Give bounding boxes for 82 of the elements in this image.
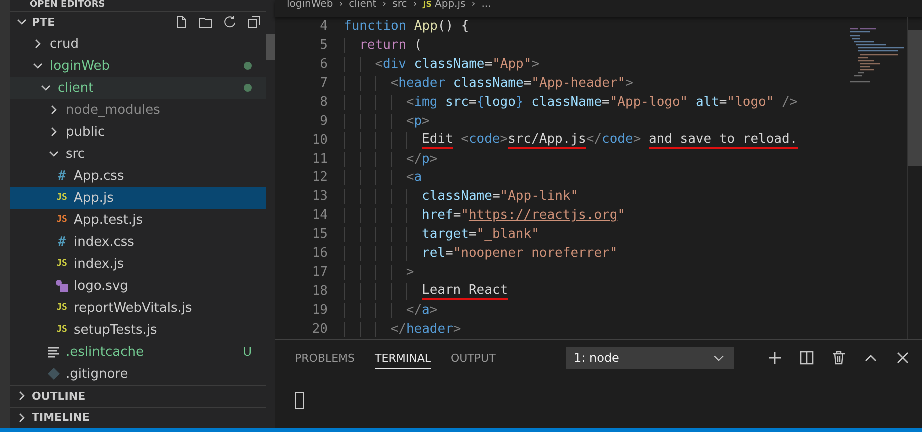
code-line: </a> [344, 303, 438, 318]
line-number: 10 [311, 132, 329, 148]
code-line: </header> [344, 322, 462, 337]
hash-icon: # [54, 234, 70, 250]
scrollbar-thumb[interactable] [908, 30, 922, 166]
hash-icon: # [54, 168, 70, 184]
breadcrumb-separator: › [382, 0, 387, 10]
file-item[interactable]: JS App.js [10, 187, 266, 210]
scrollbar-thumb[interactable] [266, 34, 275, 60]
folder-item[interactable]: public [10, 121, 266, 144]
folder-item[interactable]: client [10, 77, 266, 100]
code-line: <div className="App"> [344, 56, 540, 72]
folder-item[interactable]: loginWeb [10, 55, 266, 78]
js-icon: JS [54, 303, 70, 314]
code-line: Edit <code>src/App.js</code> and save to reload. [344, 132, 798, 149]
line-number: 12 [311, 170, 329, 186]
code-line: href="https://reactjs.org" [344, 208, 626, 224]
trash-icon[interactable] [830, 349, 848, 367]
js-icon: JS [54, 259, 70, 270]
line-number: 14 [311, 208, 329, 224]
js-icon: JS [54, 325, 70, 336]
plus-icon[interactable] [766, 349, 784, 367]
status-letter: U [243, 345, 252, 360]
line-number: 13 [311, 189, 329, 204]
code-line: <img src={logo} className="App-logo" alt="logo" /> [344, 94, 798, 110]
code-line: <a [344, 170, 422, 186]
line-number: 7 [319, 76, 329, 91]
file-item[interactable]: JS index.js [10, 253, 266, 276]
line-number: 16 [311, 246, 329, 262]
folder-item[interactable]: node_modules [10, 99, 266, 122]
line-number: 9 [319, 114, 329, 129]
code-line: return ( [344, 38, 422, 53]
split-icon[interactable] [798, 349, 816, 367]
code-line: rel="noopener noreferrer" [344, 246, 618, 262]
code-line: Learn React [344, 283, 508, 300]
section-header[interactable]: PTE [10, 12, 266, 34]
line-number: 20 [311, 322, 329, 337]
code-line: > [344, 265, 414, 280]
section-header[interactable]: OPEN EDITORS [10, 0, 266, 12]
terminal-select[interactable]: 1: node [566, 347, 734, 369]
breadcrumb-item[interactable]: src [392, 0, 408, 10]
refresh-icon[interactable] [222, 14, 238, 30]
js-icon: JS [54, 193, 70, 204]
js-icon: JS [54, 215, 70, 226]
code-line: <p> [344, 114, 430, 129]
file-item[interactable]: # index.css [10, 231, 266, 254]
collapse-icon[interactable] [246, 14, 262, 30]
section-header[interactable]: OUTLINE [10, 385, 266, 407]
file-item[interactable]: .eslintcache U [10, 341, 266, 364]
code-line: function App() { [344, 18, 470, 34]
terminal-cursor [295, 392, 304, 409]
line-number: 19 [311, 303, 329, 318]
line-number: 4 [319, 18, 329, 34]
line-number: 17 [311, 265, 329, 280]
file-item[interactable]: logo.svg [10, 275, 266, 298]
panel-tab[interactable]: OUTPUT [450, 348, 496, 368]
line-number: 15 [311, 227, 329, 242]
code-line: </p> [344, 152, 438, 167]
section-title: PTE [32, 16, 56, 29]
file-item[interactable]: JS App.test.js [10, 209, 266, 232]
panel-tab[interactable]: PROBLEMS [295, 348, 356, 368]
line-number: 6 [319, 56, 329, 72]
file-item[interactable]: # App.css [10, 165, 266, 188]
folder-item[interactable]: src [10, 143, 266, 166]
shapes-icon [54, 278, 70, 294]
line-number: 11 [311, 152, 329, 167]
panel-tab[interactable]: TERMINAL [375, 348, 431, 368]
breadcrumb-separator: › [413, 0, 418, 10]
line-number: 18 [311, 284, 329, 300]
code-line: <header className="App-header"> [344, 76, 634, 91]
code-line: className="App-link" [344, 189, 579, 204]
file-item[interactable]: JS setupTests.js [10, 319, 266, 342]
file-item[interactable]: JS reportWebVitals.js [10, 297, 266, 320]
file-item[interactable]: .gitignore [10, 363, 266, 386]
breadcrumb-separator: › [472, 0, 476, 10]
folder-item[interactable]: crud [10, 33, 266, 56]
diamond-icon [46, 366, 62, 382]
breadcrumb-separator: › [339, 0, 344, 10]
breadcrumb-item[interactable]: ... [482, 0, 492, 10]
code-line: target="_blank" [344, 227, 540, 242]
line-number: 5 [319, 38, 329, 53]
line-number: 8 [319, 94, 329, 110]
